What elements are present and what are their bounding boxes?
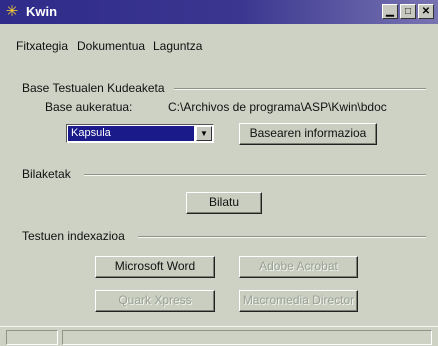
base-combo[interactable]: Kapsula ▼	[66, 124, 214, 143]
window-controls: ▁ □ ✕	[382, 4, 434, 19]
search-button[interactable]: Bilatu	[186, 192, 262, 214]
menu-dokumentua[interactable]: Dokumentua	[77, 39, 145, 53]
status-pane-2	[62, 330, 432, 345]
kwin-window: ✳ Kwin ▁ □ ✕ Fitxategia Dokumentua Lagun…	[0, 0, 438, 346]
title-bar[interactable]: ✳ Kwin ▁ □ ✕	[0, 0, 438, 24]
window-title: Kwin	[26, 4, 58, 19]
section-title-base: Base Testualen Kudeaketa	[22, 81, 169, 95]
section-divider-indexing	[138, 236, 426, 238]
base-info-button[interactable]: Basearen informazioa	[239, 123, 377, 145]
section-divider-base	[174, 88, 426, 90]
quark-xpress-button[interactable]: Quark Xpress	[95, 290, 215, 312]
status-bar	[0, 326, 438, 346]
menu-laguntza[interactable]: Laguntza	[153, 39, 202, 53]
chevron-down-icon[interactable]: ▼	[196, 126, 212, 141]
menu-fitxategia[interactable]: Fitxategia	[16, 39, 68, 53]
section-title-search: Bilaketak	[22, 167, 75, 181]
macromedia-director-button[interactable]: Macromedia Director	[239, 290, 358, 312]
close-icon[interactable]: ✕	[418, 4, 434, 19]
kwin-app-icon[interactable]: ✳	[4, 4, 20, 20]
base-selected-label: Base aukeratua:	[45, 100, 133, 114]
menu-bar: Fitxategia Dokumentua Laguntza	[0, 26, 438, 53]
maximize-icon[interactable]: □	[400, 4, 416, 19]
base-combo-value: Kapsula	[68, 126, 194, 141]
section-title-indexing: Testuen indexazioa	[22, 229, 129, 243]
section-divider-search	[84, 174, 426, 176]
status-pane-1	[6, 330, 58, 345]
microsoft-word-button[interactable]: Microsoft Word	[95, 256, 215, 278]
adobe-acrobat-button[interactable]: Adobe Acrobat	[239, 256, 358, 278]
minimize-icon[interactable]: ▁	[382, 4, 398, 19]
base-path: C:\Archivos de programa\ASP\Kwin\bdoc	[168, 100, 387, 114]
